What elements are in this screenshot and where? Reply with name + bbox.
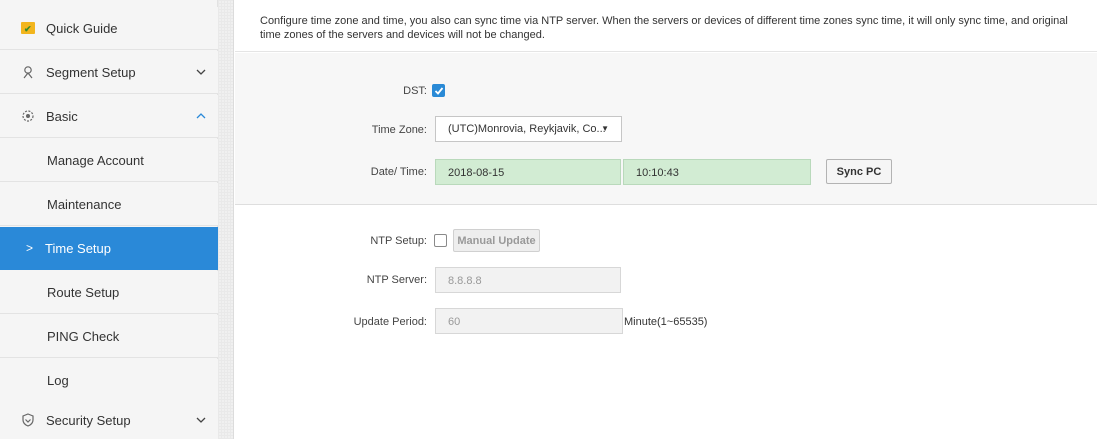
sidebar-item-label: PING Check <box>47 328 120 344</box>
dst-label: DST: <box>403 85 427 97</box>
sidebar-item-label: Quick Guide <box>46 20 118 36</box>
sidebar-item-label: Route Setup <box>47 284 120 300</box>
page-description: Configure time zone and time, you also c… <box>235 0 1097 52</box>
svg-text:✔: ✔ <box>24 24 32 34</box>
chevron-down-icon <box>196 417 206 423</box>
sidebar-item-security-setup[interactable]: Security Setup <box>0 399 218 439</box>
manual-update-button[interactable]: Manual Update <box>453 229 540 252</box>
security-icon <box>20 412 36 428</box>
ntp-server-input[interactable]: 8.8.8.8 <box>435 267 621 293</box>
ntp-server-value: 8.8.8.8 <box>448 275 482 287</box>
sidebar-item-route-setup[interactable]: Route Setup <box>0 271 218 314</box>
dst-checkbox[interactable] <box>432 84 445 97</box>
time-input[interactable]: 10:10:43 <box>623 159 811 185</box>
sidebar-item-manage-account[interactable]: Manage Account <box>0 139 218 182</box>
sidebar-item-log[interactable]: Log <box>0 359 218 402</box>
sidebar-item-basic[interactable]: Basic <box>0 95 218 138</box>
check-icon <box>434 87 444 95</box>
sidebar-item-segment-setup[interactable]: Segment Setup <box>0 51 218 94</box>
time-zone-value: (UTC)Monrovia, Reykjavik, Co... <box>448 123 606 135</box>
time-value: 10:10:43 <box>636 167 679 179</box>
chevron-down-icon <box>196 69 206 75</box>
sidebar-item-ping-check[interactable]: PING Check <box>0 315 218 358</box>
sidebar-item-label: Security Setup <box>46 412 131 428</box>
time-zone-label: Time Zone: <box>371 124 427 136</box>
chevron-up-icon <box>196 113 206 119</box>
update-period-label: Update Period: <box>353 316 427 328</box>
sidebar-item-label: Basic <box>46 108 78 124</box>
sidebar-item-time-setup[interactable]: > Time Setup <box>0 227 218 270</box>
sidebar: ✔ Quick Guide Segment Setup Basic Manage… <box>0 0 218 439</box>
chevron-right-icon: > <box>26 241 34 255</box>
update-period-unit: Minute(1~65535) <box>624 316 708 328</box>
quick-guide-icon: ✔ <box>20 20 36 36</box>
basic-icon <box>20 108 36 124</box>
sidebar-item-quick-guide[interactable]: ✔ Quick Guide <box>0 7 218 50</box>
ntp-setup-label: NTP Setup: <box>370 235 427 247</box>
sync-pc-button[interactable]: Sync PC <box>826 159 892 184</box>
date-value: 2018-08-15 <box>448 167 505 179</box>
sidebar-item-label: Time Setup <box>45 240 112 256</box>
sidebar-item-label: Segment Setup <box>46 64 136 80</box>
ntp-setup-checkbox[interactable] <box>434 234 447 247</box>
sidebar-item-maintenance[interactable]: Maintenance <box>0 183 218 226</box>
sidebar-item-label: Manage Account <box>47 152 144 168</box>
caret-down-icon: ▼ <box>601 124 609 133</box>
ntp-server-label: NTP Server: <box>366 274 427 286</box>
date-input[interactable]: 2018-08-15 <box>435 159 621 185</box>
update-period-value: 60 <box>448 316 461 328</box>
update-period-input[interactable]: 60 <box>435 308 623 334</box>
sidebar-splitter[interactable] <box>218 0 234 439</box>
sidebar-item-label: Log <box>47 372 69 388</box>
sidebar-item-label: Maintenance <box>47 196 122 212</box>
time-zone-select[interactable]: (UTC)Monrovia, Reykjavik, Co... ▼ <box>435 116 622 142</box>
segment-icon <box>20 64 36 80</box>
date-time-label: Date/ Time: <box>370 166 427 178</box>
